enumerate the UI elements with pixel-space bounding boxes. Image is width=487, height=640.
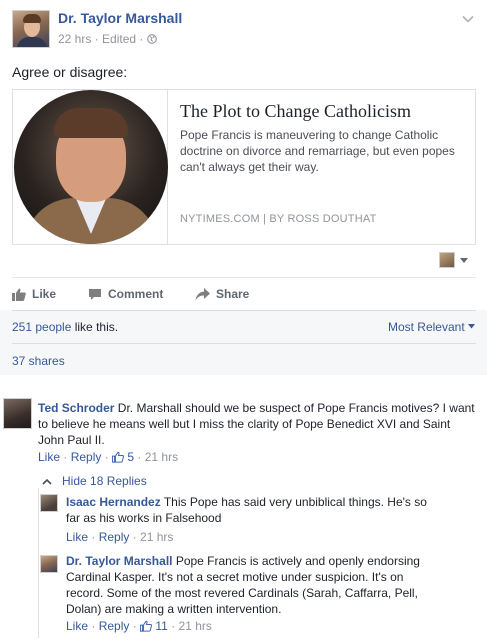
article-description: Pope Francis is maneuvering to change Ca… <box>180 128 455 174</box>
comment-like-link[interactable]: Like <box>38 450 60 464</box>
post-text: Agree or disagree: <box>12 64 128 80</box>
sort-label: Most Relevant <box>387 320 465 334</box>
post-timestamp[interactable]: 22 hrs · Edited · <box>58 32 147 46</box>
reply-timestamp[interactable]: 21 hrs <box>179 619 212 633</box>
divider <box>12 343 476 344</box>
reply-body: Dr. Taylor Marshall Pope Francis is acti… <box>66 553 436 617</box>
comment-label: Comment <box>108 287 164 301</box>
article-source: NYTIMES.COM | BY ROSS DOUTHAT <box>180 213 377 225</box>
post-meta: 22 hrs · Edited · <box>58 32 157 46</box>
comment-body: Ted Schroder Dr. Marshall should we be s… <box>38 400 478 448</box>
like-reaction-icon <box>112 451 125 463</box>
comment-reply-link[interactable]: Reply <box>71 450 102 464</box>
sort-dropdown[interactable]: Most Relevant <box>388 320 475 334</box>
hide-replies-label: Hide 18 Replies <box>62 474 147 488</box>
comment-reaction-count[interactable]: 5 <box>127 450 134 464</box>
chevron-down-icon[interactable] <box>461 12 475 26</box>
share-icon <box>195 287 210 300</box>
likes-count-link[interactable]: 251 people <box>12 320 71 334</box>
commenter-avatar[interactable] <box>3 398 32 429</box>
comment-author[interactable]: Ted Schroder <box>38 401 114 415</box>
reply-author[interactable]: Dr. Taylor Marshall <box>66 554 172 568</box>
like-reaction-icon <box>140 620 153 632</box>
share-button[interactable]: Share <box>195 284 249 304</box>
likes-suffix: like this. <box>71 320 119 334</box>
like-label: Like <box>32 287 57 301</box>
share-label: Share <box>216 287 250 301</box>
replier-avatar[interactable] <box>40 555 58 573</box>
reply-author[interactable]: Isaac Hernandez <box>66 495 161 509</box>
reply-timestamp[interactable]: 21 hrs <box>140 530 173 544</box>
like-button[interactable]: Like <box>12 284 56 304</box>
author-avatar[interactable] <box>12 10 50 48</box>
divider <box>12 277 476 278</box>
post-header: Dr. Taylor Marshall 22 hrs · Edited · <box>12 8 477 52</box>
replier-avatar[interactable] <box>40 494 58 512</box>
action-bar: Like Comment Share <box>12 284 477 304</box>
divider <box>12 310 476 311</box>
reply-actions: Like · Reply · 11 · 21 hrs <box>66 619 212 633</box>
author-name[interactable]: Dr. Taylor Marshall <box>58 10 182 26</box>
link-preview-card[interactable]: The Plot to Change Catholicism Pope Fran… <box>12 89 476 245</box>
article-title[interactable]: The Plot to Change Catholicism <box>180 101 411 122</box>
comment-icon <box>89 288 101 300</box>
likes-summary: 251 people like this. <box>12 320 118 334</box>
reply-like-link[interactable]: Like <box>66 619 88 633</box>
reply-reply-link[interactable]: Reply <box>99 530 130 544</box>
reply-body: Isaac Hernandez This Pope has said very … <box>66 494 436 526</box>
caret-down-icon <box>468 324 475 329</box>
chevron-up-icon <box>42 478 52 485</box>
globe-icon <box>146 34 157 44</box>
reply-thread-line <box>38 488 39 638</box>
article-thumbnail[interactable] <box>13 90 168 244</box>
caret-down-icon[interactable] <box>460 258 468 263</box>
reply-reaction-count[interactable]: 11 <box>155 619 167 633</box>
thumbs-up-icon <box>12 288 26 301</box>
reply-like-link[interactable]: Like <box>66 530 88 544</box>
comment-actions: Like · Reply · 5 · 21 hrs <box>38 450 179 464</box>
reply-actions: Like · Reply · 21 hrs <box>66 530 174 544</box>
viewer-avatar[interactable] <box>439 252 455 268</box>
comment-button[interactable]: Comment <box>88 284 163 304</box>
reply-reply-link[interactable]: Reply <box>99 619 130 633</box>
hide-replies-toggle[interactable]: Hide 18 Replies <box>42 474 147 488</box>
comment-timestamp[interactable]: 21 hrs <box>145 450 178 464</box>
shares-link[interactable]: 37 shares <box>12 354 65 368</box>
